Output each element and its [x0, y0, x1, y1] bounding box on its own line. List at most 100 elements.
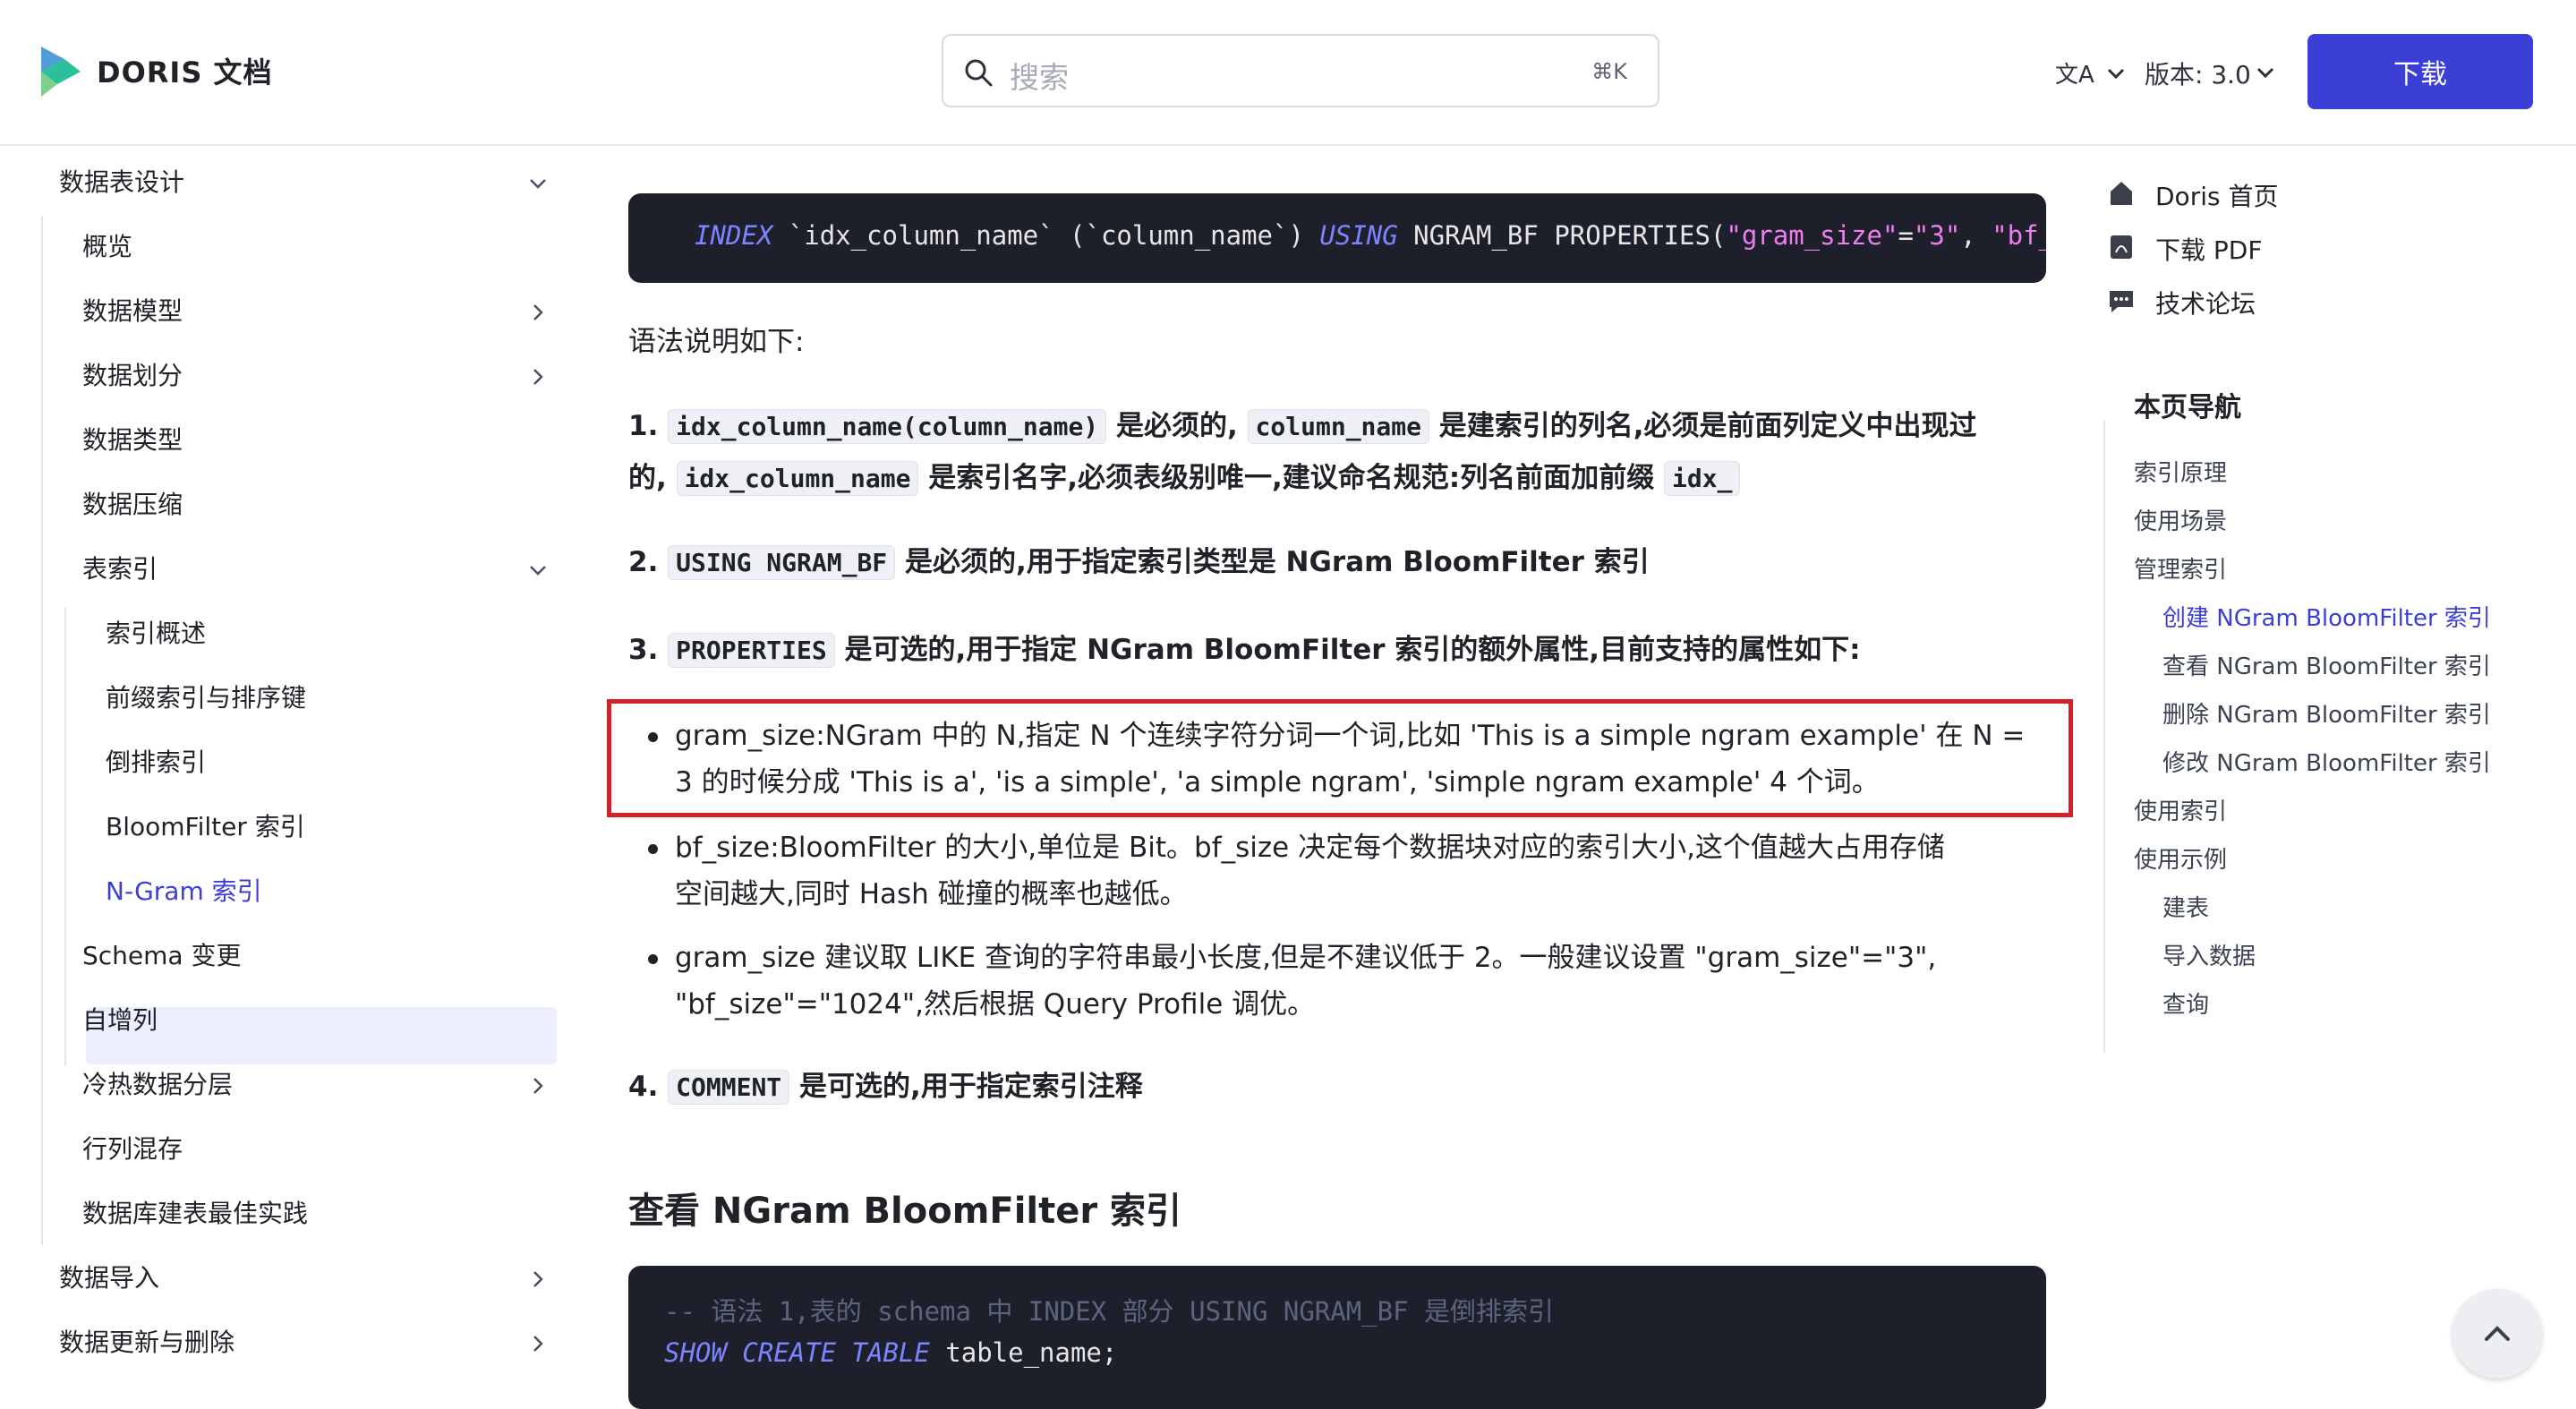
sidebar-item-index-overview[interactable]: 索引概述 [106, 616, 206, 652]
bullet-recommendation: gram_size 建议取 LIKE 查询的字符串最小长度,但是不建议低于 2。… [675, 935, 1936, 1028]
code-text: table_name; [929, 1337, 1118, 1368]
sidebar-item-prefix-index[interactable]: 前缀索引与排序键 [106, 680, 306, 716]
link-doris-home[interactable]: Doris 首页 [2155, 177, 2278, 213]
section-heading: 查看 NGram BloomFilter 索引 [628, 1191, 1182, 1232]
bullet-line: "bf_size"="1024",然后根据 Query Profile 调优。 [675, 988, 1316, 1020]
toc-item-examples[interactable]: 使用示例 [2134, 841, 2227, 875]
syntax-intro: 语法说明如下: [628, 326, 805, 358]
version-selector[interactable]: 版本: 3.0 [2145, 56, 2251, 91]
code-block-create-index: INDEX `idx_column_name` (`column_name`) … [628, 193, 2046, 283]
bullet-line: 空间越大,同时 Hash 碰撞的概率也越低。 [675, 878, 1188, 910]
doris-logo[interactable] [39, 45, 82, 98]
point-number: 3. [628, 634, 659, 666]
sidebar-item-best-practices[interactable]: 数据库建表最佳实践 [82, 1196, 308, 1232]
toc-item-show-index[interactable]: 查看 NGram BloomFilter 索引 [2162, 648, 2491, 681]
chevron-down-icon[interactable] [2256, 63, 2275, 82]
sidebar-item-table-design[interactable]: 数据表设计 [59, 165, 184, 201]
toc-item-alter-index[interactable]: 修改 NGram BloomFilter 索引 [2162, 745, 2491, 778]
forum-icon [2110, 291, 2133, 312]
chevron-right-icon[interactable] [528, 367, 548, 387]
code-keyword-show: SHOW CREATE TABLE [664, 1337, 930, 1368]
toc-item-manage-index[interactable]: 管理索引 [2134, 551, 2227, 585]
toc-item-use-index[interactable]: 使用索引 [2134, 793, 2227, 826]
pdf-icon [2111, 235, 2132, 259]
code-string: "3" [1913, 220, 1961, 251]
nav-guide-line [64, 608, 66, 1066]
sidebar-item-overview[interactable]: 概览 [82, 229, 132, 265]
sidebar-item-bloomfilter-index[interactable]: BloomFilter 索引 [106, 809, 305, 845]
code-text: NGRAM_BF PROPERTIES( [1397, 220, 1727, 251]
code-keyword-using: USING [1319, 220, 1398, 251]
toc-guide-line [2103, 421, 2105, 1053]
point-text: 是可选的,用于指定索引注释 [798, 1071, 1143, 1103]
code-keyword-index: INDEX [695, 220, 773, 251]
nav-guide-line [41, 216, 43, 1245]
bullet-dot [648, 844, 658, 854]
chevron-down-icon[interactable] [528, 174, 548, 193]
code-string: "gram_size" [1726, 220, 1898, 251]
toc-item-create-table[interactable]: 建表 [2162, 890, 2209, 923]
search-placeholder: 搜索 [1010, 60, 1069, 95]
chevron-right-icon[interactable] [528, 1269, 548, 1289]
home-icon [2111, 182, 2132, 205]
search-input[interactable]: 搜索 ⌘K [942, 34, 1659, 107]
syntax-point-1: 1. idx_column_name(column_name) 是必须的, co… [628, 401, 1977, 452]
svg-text:文A: 文A [2055, 62, 2094, 89]
sidebar-item-ngram-index[interactable]: N-Gram 索引 [106, 874, 262, 909]
sidebar-item-auto-increment[interactable]: 自增列 [82, 1003, 158, 1038]
chevron-right-icon[interactable] [528, 303, 548, 322]
sidebar-item-table-index[interactable]: 表索引 [82, 551, 158, 587]
point-text: 是建索引的列名,必须是前面列定义中出现过 [1438, 410, 1977, 442]
toc-item-create-index[interactable]: 创建 NGram BloomFilter 索引 [2162, 600, 2491, 633]
point-text: 是必须的,用于指定索引类型是 NGram BloomFilter 索引 [904, 546, 1650, 578]
inline-code: idx_column_name [676, 461, 919, 496]
inline-code: PROPERTIES [668, 633, 835, 668]
point-text: 是可选的,用于指定 NGram BloomFilter 索引的额外属性,目前支持… [844, 634, 1861, 666]
code-block-show-index: -- 语法 1,表的 schema 中 INDEX 部分 USING NGRAM… [628, 1266, 2046, 1409]
sidebar-item-tiered-storage[interactable]: 冷热数据分层 [82, 1067, 233, 1103]
inline-code: idx_ [1664, 461, 1741, 496]
language-switch-icon[interactable]: 文A [2053, 54, 2130, 93]
sidebar-item-hybrid-storage[interactable]: 行列混存 [82, 1131, 183, 1167]
sidebar-item-data-import[interactable]: 数据导入 [59, 1260, 159, 1296]
point-number: 1. [628, 410, 659, 442]
point-text: 是必须的, [1115, 410, 1238, 442]
sidebar-item-data-model[interactable]: 数据模型 [82, 294, 183, 329]
chevron-up-icon [2485, 1326, 2510, 1341]
toc-item-scenarios[interactable]: 使用场景 [2134, 503, 2227, 536]
code-comment: -- 语法 1,表的 schema 中 INDEX 部分 USING NGRAM… [664, 1296, 1555, 1327]
chevron-down-icon[interactable] [528, 560, 548, 580]
highlight-box [607, 699, 2073, 817]
point-number: 2. [628, 546, 659, 578]
top-bar: DORIS 文档 搜索 ⌘K 文A 版本: 3.0 下载 [0, 0, 2576, 146]
link-tech-forum[interactable]: 技术论坛 [2155, 285, 2256, 320]
sidebar-item-data-compression[interactable]: 数据压缩 [82, 487, 183, 523]
download-button[interactable]: 下载 [2307, 34, 2533, 109]
search-shortcut: ⌘K [1591, 59, 1627, 84]
inline-code: column_name [1247, 409, 1429, 444]
point-number: 4. [628, 1071, 659, 1103]
sidebar-item-schema-change[interactable]: Schema 变更 [82, 938, 241, 974]
sidebar-item-data-types[interactable]: 数据类型 [82, 423, 183, 458]
brand-title[interactable]: DORIS 文档 [97, 50, 273, 91]
bullet-dot [648, 954, 658, 964]
toc-item-load-data[interactable]: 导入数据 [2162, 938, 2256, 971]
search-icon [965, 59, 993, 87]
code-string: "bf_size" [1992, 220, 2046, 251]
sidebar-item-inverted-index[interactable]: 倒排索引 [106, 745, 206, 781]
syntax-point-4: 4. COMMENT 是可选的,用于指定索引注释 [628, 1062, 1143, 1113]
inline-code: USING NGRAM_BF [668, 545, 896, 580]
toc-item-principle[interactable]: 索引原理 [2134, 455, 2227, 488]
sidebar-item-data-partition[interactable]: 数据划分 [82, 358, 183, 394]
back-to-top-button[interactable] [2452, 1289, 2542, 1379]
chevron-right-icon[interactable] [528, 1076, 548, 1096]
toc-item-query[interactable]: 查询 [2162, 986, 2209, 1020]
toc-item-drop-index[interactable]: 删除 NGram BloomFilter 索引 [2162, 696, 2491, 730]
point-text: 是索引名字,必须表级别唯一,建议命名规范:列名前面加前缀 [928, 462, 1655, 494]
chevron-right-icon[interactable] [528, 1334, 548, 1353]
point-text: 的, [628, 462, 667, 494]
link-download-pdf[interactable]: 下载 PDF [2155, 231, 2262, 267]
toc-title: 本页导航 [2134, 392, 2241, 423]
code-text: = [1898, 220, 1914, 251]
sidebar-item-data-update-delete[interactable]: 数据更新与删除 [59, 1325, 235, 1361]
